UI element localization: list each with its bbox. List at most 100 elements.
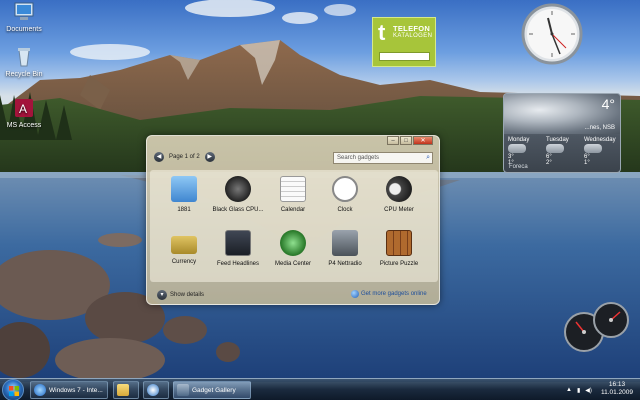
search-gadgets-input[interactable]: Search gadgets ⌕ [333, 152, 433, 164]
next-page-button[interactable]: ▶ [204, 152, 215, 162]
cloud-icon [546, 144, 564, 153]
gadget-item-clock[interactable]: Clock [318, 176, 372, 213]
telefon-title: TELEFON [393, 24, 431, 33]
desktop-icon-label: Documents [6, 26, 42, 33]
1881-icon [171, 176, 197, 202]
taskbar-button-label: Gadget Gallery [192, 386, 236, 394]
window-controls: – □ ✕ [386, 136, 433, 145]
feed-icon [225, 230, 251, 256]
weather-current-temp: 4° [601, 96, 615, 112]
gadget-name: Calendar [280, 207, 306, 213]
desktop-icon-recycle-bin[interactable]: Recycle Bin [2, 47, 46, 78]
clock-gadget[interactable] [520, 2, 584, 66]
radio-icon [332, 230, 358, 256]
taskbar: Windows 7 - Inte... Gadget Gallery ▲ ▮ ◀… [0, 378, 640, 400]
chevron-down-icon: ▾ [157, 290, 167, 300]
computer-icon [14, 2, 34, 20]
media-center-icon [280, 230, 306, 256]
gadget-item-p4-nettradio[interactable]: P4 Nettradio [318, 230, 372, 267]
start-button[interactable] [2, 379, 24, 400]
previous-page-button[interactable]: ◀ [154, 152, 164, 162]
gauge-gadget[interactable] [562, 300, 632, 354]
gadget-item-picture-puzzle[interactable]: Picture Puzzle [372, 230, 426, 267]
weather-source-link[interactable]: Foreca [509, 164, 528, 170]
desktop-icon-documents[interactable]: Documents [2, 2, 46, 33]
svg-text:A: A [19, 102, 27, 116]
puzzle-icon [386, 230, 412, 256]
show-details-toggle[interactable]: ▾ Show details [157, 290, 204, 300]
gadget-item-calendar[interactable]: Calendar [266, 176, 320, 213]
get-more-label: Get more gadgets online [361, 291, 427, 297]
taskbar-button-internet-explorer[interactable]: Windows 7 - Inte... [30, 381, 108, 399]
get-more-gadgets-link[interactable]: Get more gadgets online [351, 290, 427, 298]
windows-logo-icon [9, 386, 19, 396]
forecast-day-name: Monday [508, 137, 530, 143]
gadget-name: CPU Meter [384, 207, 414, 213]
gadget-item-currency[interactable]: Currency [157, 230, 211, 265]
desktop-icon-label: Recycle Bin [5, 71, 43, 78]
show-hidden-icons-icon[interactable]: ▲ [566, 387, 572, 393]
clock-time: 16:13 [608, 381, 626, 388]
gadget-name: Clock [337, 207, 353, 213]
close-button[interactable]: ✕ [413, 136, 433, 145]
search-placeholder: Search gadgets [337, 155, 380, 161]
desktop-icon-ms-access[interactable]: A MS Access [2, 98, 46, 129]
page-navigation: ◀ Page 1 of 2 ▶ [154, 152, 215, 162]
taskbar-clock[interactable]: 16:13 11.01.2009 [596, 381, 638, 397]
minimize-button[interactable]: – [387, 136, 399, 145]
globe-icon [351, 290, 359, 298]
telefon-subtitle: KATALOGEN [393, 33, 433, 39]
gadget-gallery-icon [177, 384, 189, 396]
weather-gadget[interactable]: 4° ...nes, NSB Monday 3° 1° Tuesday 6° 2… [503, 93, 621, 173]
search-icon[interactable]: ⌕ [426, 154, 430, 162]
forecast-day: Wednesday 6° 1° [584, 137, 618, 166]
weather-forecast: Monday 3° 1° Tuesday 6° 2° Wednesday 6° … [508, 137, 618, 166]
gadget-name: Currency [171, 259, 197, 265]
network-icon[interactable]: ▮ [577, 387, 580, 394]
gadget-item-black-glass-cpu[interactable]: Black Glass CPU... [211, 176, 265, 213]
gadget-name: Feed Headlines [216, 261, 260, 267]
telefon-logo-letter: t [378, 20, 386, 45]
gadget-name: 1881 [177, 207, 191, 213]
forecast-day-name: Wednesday [584, 137, 616, 143]
gadget-name: Picture Puzzle [379, 261, 419, 267]
taskbar-button-explorer[interactable] [113, 381, 139, 399]
cpu-gauge-icon [386, 176, 412, 202]
taskbar-button-label: Windows 7 - Inte... [49, 386, 103, 394]
taskbar-button-media-player[interactable] [143, 381, 169, 399]
page-label: Page 1 of 2 [169, 154, 200, 160]
telefonkatalogen-gadget[interactable]: t TELEFON KATALOGEN [372, 17, 436, 67]
gadget-name: Media Center [274, 261, 312, 267]
cloud-icon [584, 144, 602, 153]
forecast-day: Tuesday 6° 2° [546, 137, 580, 166]
ms-access-icon: A [15, 99, 33, 117]
taskbar-button-gadget-gallery[interactable]: Gadget Gallery [173, 381, 251, 399]
telefon-search-input[interactable] [379, 52, 430, 61]
clock-date: 11.01.2009 [600, 389, 634, 396]
show-details-label: Show details [170, 292, 205, 298]
desktop: Documents Recycle Bin A MS Access t TELE… [0, 0, 640, 400]
clock-icon [332, 176, 358, 202]
gadget-list: 1881 Black Glass CPU... Calendar Clock C… [150, 170, 438, 282]
maximize-button[interactable]: □ [400, 136, 412, 145]
folder-icon [117, 384, 129, 396]
gadget-item-media-center[interactable]: Media Center [266, 230, 320, 267]
recycle-bin-icon [18, 48, 30, 67]
gadget-item-feed-headlines[interactable]: Feed Headlines [211, 230, 265, 267]
volume-icon[interactable]: ◀) [585, 387, 592, 394]
forecast-low: 1° [584, 160, 590, 166]
notification-area: ▲ ▮ ◀) [566, 379, 592, 400]
forecast-low: 2° [546, 160, 552, 166]
gadget-item-1881[interactable]: 1881 [157, 176, 211, 213]
gadget-name: P4 Nettradio [328, 261, 362, 267]
cpu-meter-icon [225, 176, 251, 202]
forecast-day: Monday 3° 1° [508, 137, 542, 166]
media-player-icon [147, 384, 159, 396]
calendar-icon [280, 176, 306, 202]
gadget-name: Black Glass CPU... [212, 207, 264, 213]
gadget-item-cpu-meter[interactable]: CPU Meter [372, 176, 426, 213]
cloud-icon [508, 144, 526, 153]
gadget-gallery-window: – □ ✕ ◀ Page 1 of 2 ▶ Search gadgets ⌕ 1… [146, 135, 440, 305]
desktop-icon-label: MS Access [6, 122, 42, 129]
forecast-day-name: Tuesday [546, 137, 569, 143]
